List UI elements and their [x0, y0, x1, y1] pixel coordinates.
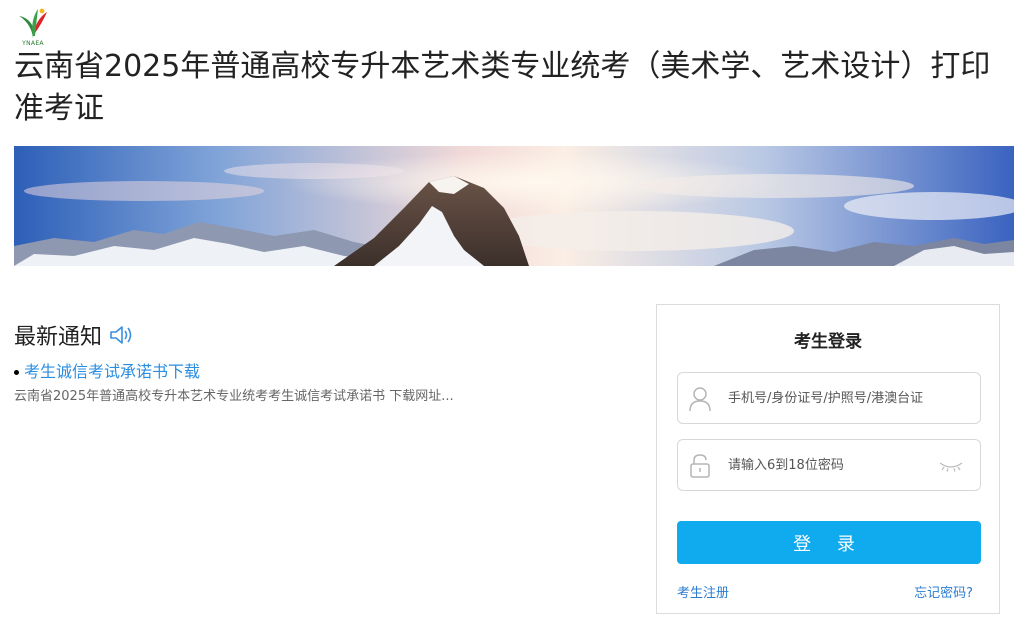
- mountain-banner-image: [14, 146, 1014, 266]
- password-input[interactable]: [728, 450, 928, 480]
- password-field[interactable]: [677, 439, 981, 491]
- forgot-password-link[interactable]: 忘记密码?: [914, 582, 973, 601]
- lock-icon: [688, 453, 712, 479]
- login-title: 考生登录: [794, 332, 862, 352]
- list-item: 考生诚信考试承诺书下载: [14, 360, 614, 384]
- site-logo: YNAEA: [16, 6, 50, 48]
- login-button[interactable]: 登 录: [677, 521, 981, 564]
- notice-link[interactable]: 考生诚信考试承诺书下载: [24, 360, 200, 384]
- ynaea-logo-icon: [19, 8, 47, 38]
- username-field[interactable]: [677, 372, 981, 424]
- username-input[interactable]: [728, 383, 928, 413]
- eye-closed-icon[interactable]: [938, 458, 964, 472]
- notice-header: 最新通知: [14, 318, 614, 352]
- notice-heading: 最新通知: [14, 325, 103, 350]
- bullet-icon: [14, 369, 19, 375]
- login-panel: 考生登录 登 录: [656, 304, 1000, 614]
- page-title: 云南省2025年普通高校专升本艺术类专业统考（美术学、艺术设计）打印准考证: [14, 49, 991, 126]
- user-icon: [688, 386, 712, 412]
- speaker-icon: [108, 324, 134, 346]
- notice-section: 最新通知 考生诚信考试承诺书下载 云南省2025年普通高校专升本艺术专业统考考生…: [14, 318, 614, 408]
- register-link[interactable]: 考生注册: [677, 582, 729, 601]
- notice-summary: 云南省2025年普通高校专升本艺术专业统考考生诚信考试承诺书 下载网址...: [14, 389, 454, 404]
